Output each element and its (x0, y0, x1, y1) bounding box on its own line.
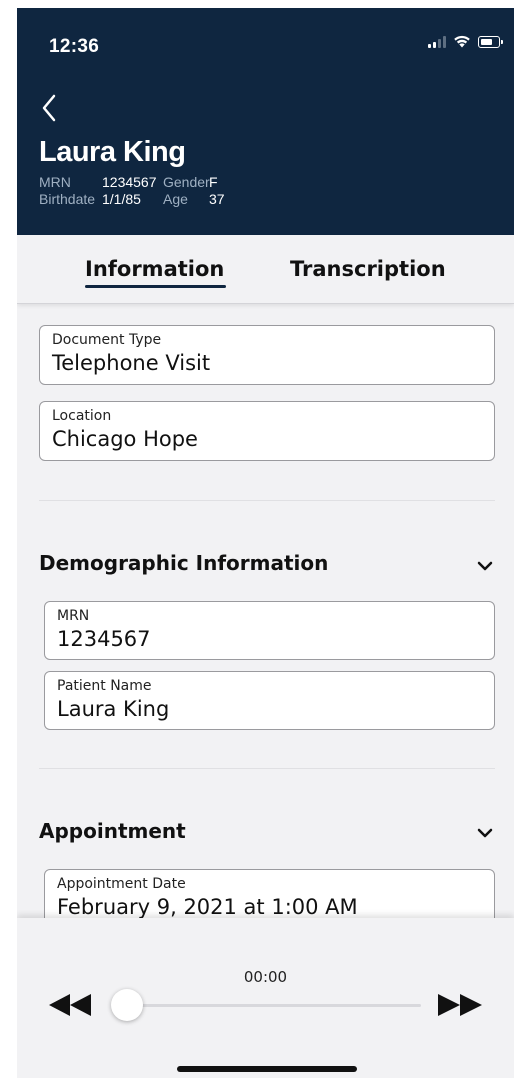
appointment-section-title[interactable]: Appointment (39, 819, 186, 843)
mrn-field[interactable]: MRN 1234567 (44, 601, 495, 660)
rewind-icon[interactable] (47, 992, 93, 1018)
status-icons (428, 35, 503, 48)
cellular-signal-icon (428, 35, 446, 48)
document-type-value: Telephone Visit (52, 351, 211, 375)
patient-header: 12:36 Laura King MRN 1234567 GenderF Birth… (17, 8, 514, 235)
location-value: Chicago Hope (52, 427, 198, 451)
age-value: 37 (209, 191, 225, 207)
information-form[interactable]: Document Type Telephone Visit Location C… (17, 304, 514, 918)
document-type-field[interactable]: Document Type Telephone Visit (39, 325, 495, 385)
home-indicator[interactable] (177, 1066, 357, 1072)
chevron-down-icon[interactable] (476, 827, 494, 839)
fast-forward-icon[interactable] (435, 992, 485, 1018)
age-label: Age (163, 191, 188, 207)
patient-meta-row-1: MRN 1234567 GenderF (39, 174, 218, 190)
document-type-label: Document Type (52, 332, 162, 348)
section-divider (39, 768, 495, 769)
playback-scrubber[interactable] (111, 989, 143, 1021)
playback-track[interactable] (127, 1004, 421, 1007)
frame-right (514, 0, 522, 1078)
tab-transcription[interactable]: Transcription (290, 257, 446, 281)
appointment-date-value: February 9, 2021 at 1:00 AM (57, 895, 358, 918)
gender-label: Gender (163, 174, 210, 190)
patient-name-field[interactable]: Patient Name Laura King (44, 671, 495, 730)
mrn-field-label: MRN (57, 608, 90, 624)
active-tab-indicator (85, 285, 226, 288)
location-label: Location (52, 408, 112, 424)
frame-top (0, 0, 522, 8)
birthdate-value: 1/1/85 (102, 191, 141, 207)
patient-name: Laura King (39, 136, 186, 168)
patient-name-field-label: Patient Name (57, 678, 152, 694)
status-time: 12:36 (49, 36, 100, 57)
mrn-label: MRN (39, 174, 71, 190)
appointment-date-label: Appointment Date (57, 876, 186, 892)
back-button[interactable] (37, 92, 65, 124)
phone-screen: 12:36 Laura King MRN 1234567 GenderF Birth… (0, 0, 522, 1078)
tab-information[interactable]: Information (85, 257, 224, 281)
tab-bar: Information Transcription (17, 235, 514, 304)
chevron-down-icon[interactable] (476, 560, 494, 572)
patient-meta-row-2: Birthdate 1/1/85 Age 37 (39, 191, 225, 207)
gender-value: F (209, 174, 218, 190)
mrn-value: 1234567 (102, 174, 157, 190)
appointment-date-field[interactable]: Appointment Date February 9, 2021 at 1:0… (44, 869, 495, 918)
patient-name-field-value: Laura King (57, 697, 170, 721)
section-divider (39, 500, 495, 501)
wifi-icon (454, 35, 470, 48)
mrn-field-value: 1234567 (57, 627, 151, 651)
playback-time: 00:00 (243, 968, 288, 986)
birthdate-label: Birthdate (39, 191, 96, 207)
audio-player: 00:00 (17, 918, 514, 1078)
battery-icon (478, 35, 503, 48)
frame-left (0, 0, 17, 1078)
demographic-section-title[interactable]: Demographic Information (39, 551, 328, 575)
location-field[interactable]: Location Chicago Hope (39, 401, 495, 461)
